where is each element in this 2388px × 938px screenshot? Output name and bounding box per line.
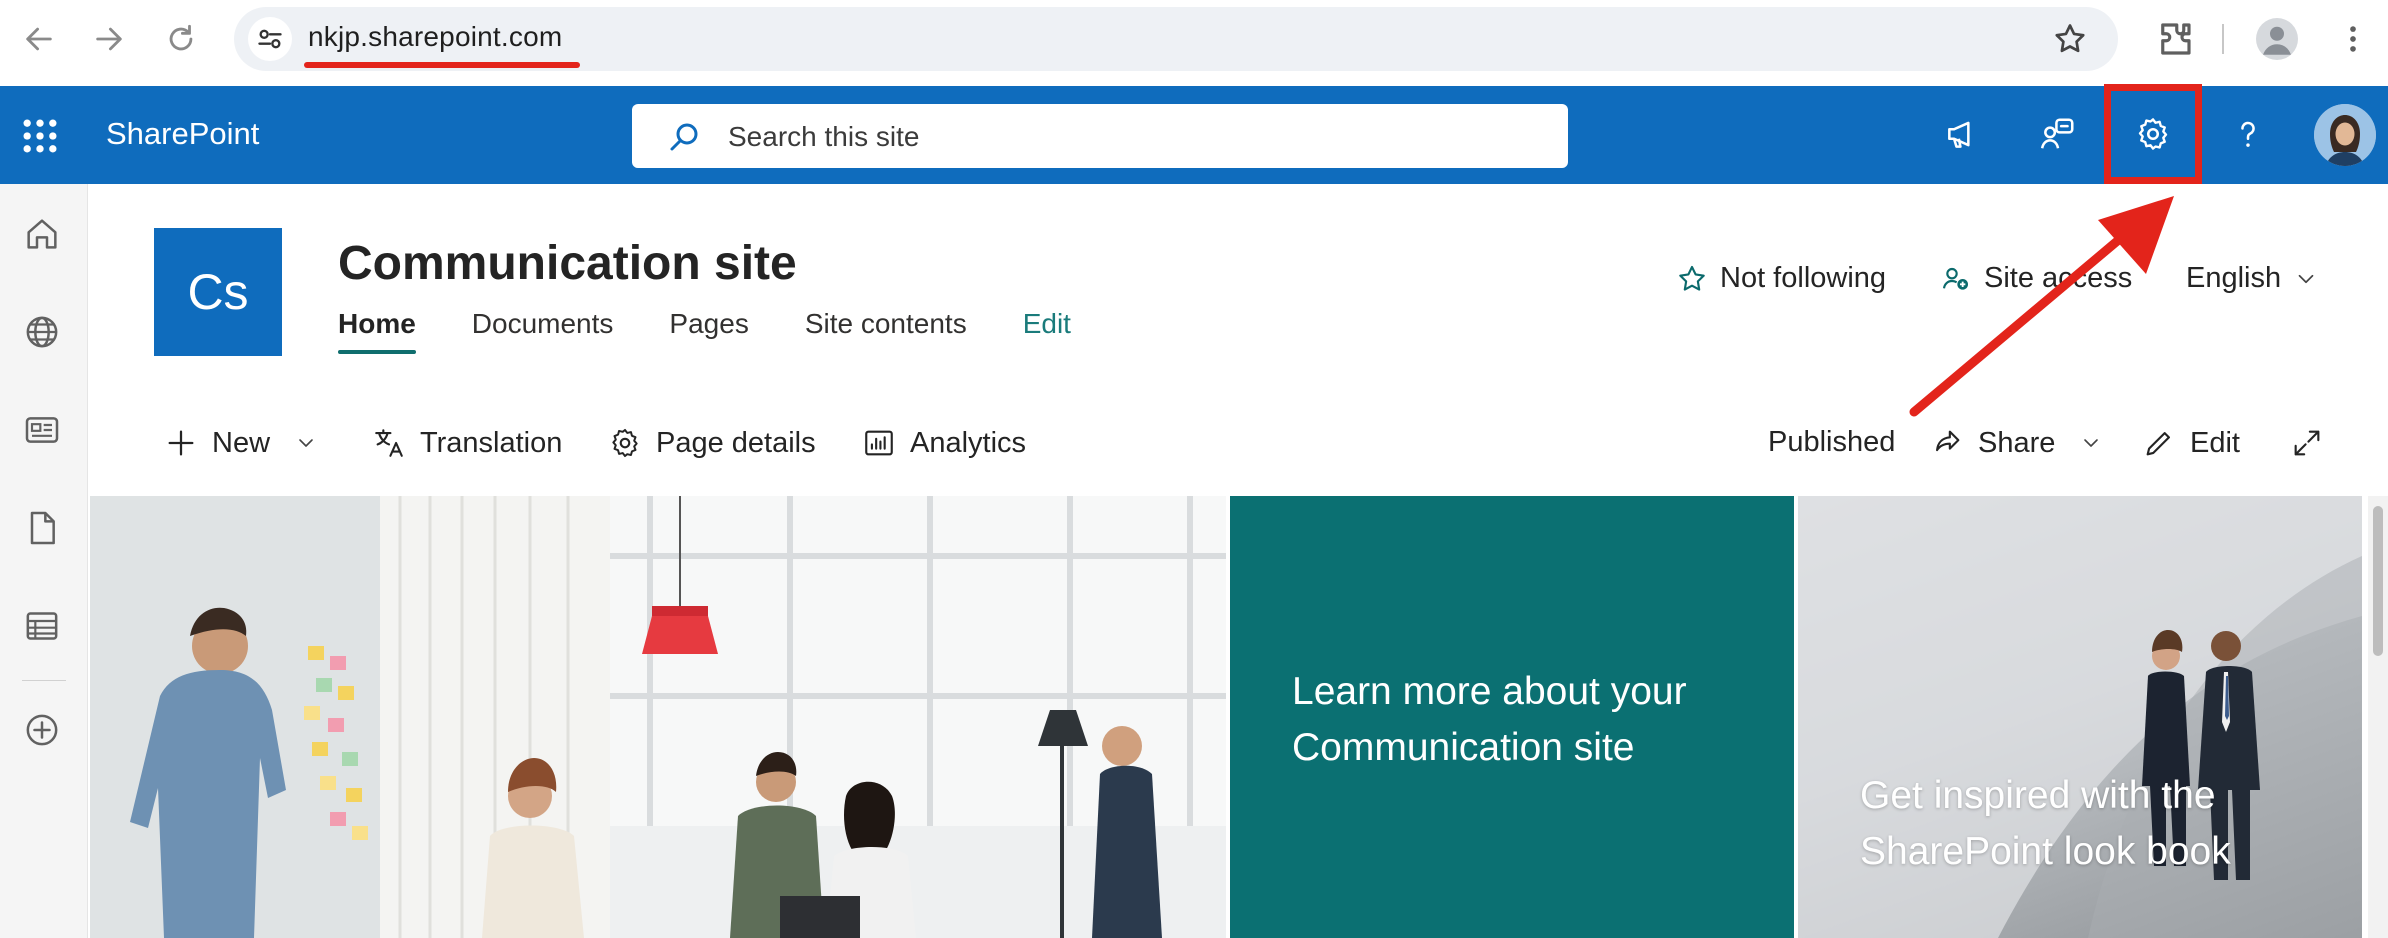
tile-learn-more-text: Learn more about your Communication site — [1292, 670, 1687, 769]
forward-button[interactable] — [88, 18, 130, 60]
chevron-down-icon — [299, 439, 313, 447]
analytics-button[interactable]: Analytics — [862, 426, 1026, 460]
page-status: Published — [1768, 426, 1895, 459]
office-meeting-photo — [90, 496, 1226, 938]
rail-divider — [22, 680, 66, 681]
share-label: Share — [1978, 426, 2056, 459]
analytics-label: Analytics — [910, 426, 1027, 459]
translation-button[interactable]: Translation — [372, 426, 562, 460]
app-launcher-waffle-icon[interactable] — [18, 114, 62, 158]
tile-look-book-text: Get inspired with the SharePoint look bo… — [1860, 774, 2231, 873]
more-vertical-icon — [2350, 26, 2356, 52]
translation-label: Translation — [420, 426, 563, 459]
site-navigation: Home Documents Pages Site contents Edit — [338, 308, 1071, 354]
follow-label: Not following — [1720, 262, 1887, 294]
user-photo-icon — [2314, 104, 2376, 166]
search-icon — [670, 123, 698, 151]
site-info-button[interactable] — [248, 17, 292, 61]
extensions-puzzle-icon[interactable] — [2154, 18, 2196, 60]
translate-icon — [375, 429, 403, 457]
tile-look-book[interactable]: Get inspired with the SharePoint look bo… — [1798, 496, 2362, 938]
help-button[interactable] — [2220, 106, 2276, 162]
site-access-button[interactable]: Site access — [1940, 262, 2132, 295]
reload-button[interactable] — [160, 18, 202, 60]
document-icon — [30, 511, 55, 545]
reload-icon — [169, 24, 193, 51]
page-details-label: Page details — [656, 426, 816, 459]
language-label: English — [2186, 262, 2282, 294]
star-icon — [1679, 265, 1705, 291]
home-icon — [27, 219, 57, 249]
sharepoint-suite-bar: SharePoint Search this site — [0, 84, 2388, 184]
arrow-right-icon — [96, 27, 122, 51]
left-app-rail — [0, 184, 88, 938]
scrollbar-thumb[interactable] — [2373, 506, 2383, 656]
nav-edit-link[interactable]: Edit — [1023, 308, 1071, 354]
add-circle-icon — [26, 714, 58, 746]
rail-sites[interactable] — [22, 312, 66, 356]
rail-home[interactable] — [22, 214, 66, 258]
hero-main-image[interactable] — [90, 496, 1226, 938]
page-scrollbar[interactable] — [2368, 496, 2388, 938]
page-details-button[interactable]: Page details — [608, 426, 816, 460]
plus-icon — [168, 430, 194, 456]
nav-pages[interactable]: Pages — [669, 308, 748, 354]
whats-new-button[interactable] — [1934, 106, 1990, 162]
back-button[interactable] — [18, 18, 60, 60]
tile-learn-more[interactable]: Learn more about your Communication site — [1230, 496, 1794, 938]
chevron-down-icon — [2298, 274, 2314, 283]
bookmark-star-icon[interactable] — [2052, 21, 2088, 57]
people-add-icon — [1942, 267, 1968, 290]
chevron-down-icon — [2084, 439, 2099, 447]
person-icon — [2263, 26, 2291, 55]
new-label: New — [212, 426, 271, 459]
chart-icon — [865, 430, 893, 456]
rail-create[interactable] — [22, 710, 66, 754]
browser-toolbar: nkjp.sharepoint.com — [0, 0, 2388, 86]
people-chat-icon — [2040, 118, 2074, 149]
site-search-box[interactable]: Search this site — [632, 104, 1568, 168]
nav-site-contents[interactable]: Site contents — [805, 308, 967, 354]
share-icon — [1936, 430, 1960, 452]
share-button[interactable]: Share — [1930, 426, 2103, 460]
search-placeholder: Search this site — [728, 121, 920, 152]
site-logo[interactable]: Cs — [154, 228, 282, 356]
sharepoint-brand-link[interactable]: SharePoint — [106, 116, 259, 152]
rail-lists[interactable] — [22, 606, 66, 650]
url-highlight-underline — [304, 62, 580, 68]
tune-icon — [258, 29, 282, 49]
expand-button[interactable] — [2290, 426, 2324, 460]
site-logo-initials: Cs — [187, 264, 249, 320]
address-bar[interactable]: nkjp.sharepoint.com — [234, 7, 2118, 71]
question-mark-icon — [2241, 121, 2255, 147]
edit-page-button[interactable]: Edit — [2142, 426, 2240, 460]
site-title[interactable]: Communication site — [338, 236, 797, 291]
toolbar-divider — [2222, 24, 2224, 54]
browser-profile-button[interactable] — [2256, 18, 2298, 60]
pencil-icon — [2146, 432, 2170, 456]
settings-highlight-box — [2104, 84, 2202, 184]
url-text[interactable]: nkjp.sharepoint.com — [308, 21, 562, 53]
new-button[interactable]: New — [164, 426, 318, 460]
news-icon — [25, 417, 59, 443]
edit-page-label: Edit — [2190, 426, 2240, 459]
follow-button[interactable]: Not following — [1676, 262, 1886, 295]
globe-icon — [26, 316, 58, 348]
browser-menu-button[interactable] — [2332, 18, 2374, 60]
megaphone-icon — [1948, 121, 1970, 148]
status-label: Published — [1768, 426, 1896, 458]
list-table-icon — [26, 612, 58, 640]
nav-home[interactable]: Home — [338, 308, 416, 354]
rail-files[interactable] — [22, 508, 66, 552]
nav-documents[interactable]: Documents — [472, 308, 614, 354]
language-selector[interactable]: English — [2186, 262, 2319, 295]
arrow-left-icon — [26, 27, 52, 51]
rail-news[interactable] — [22, 410, 66, 454]
user-avatar[interactable] — [2314, 104, 2376, 166]
expand-icon — [2294, 430, 2320, 456]
gear-icon — [612, 428, 638, 458]
teams-chat-button[interactable] — [2030, 106, 2086, 162]
site-access-label: Site access — [1984, 262, 2133, 294]
